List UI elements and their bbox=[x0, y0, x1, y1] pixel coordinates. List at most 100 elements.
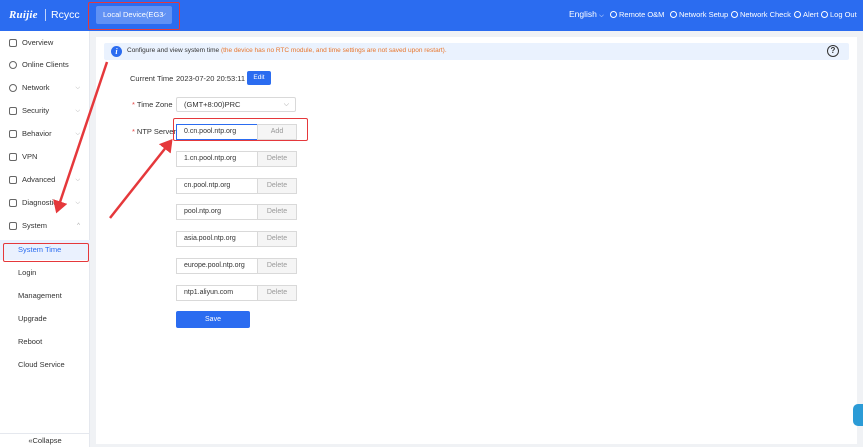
floating-assistant-icon[interactable] bbox=[853, 404, 863, 426]
info-warning: (the device has no RTC module, and time … bbox=[220, 47, 447, 54]
alert-link[interactable]: Alert bbox=[794, 10, 818, 19]
sidebar-item-diagnostics[interactable]: Diagnostics ⌵ bbox=[0, 193, 90, 213]
sidebar-item-label: Advanced bbox=[22, 175, 56, 184]
time-zone-value: (GMT+8:00)PRC bbox=[184, 100, 241, 109]
top-header: Ruijie Rcycc Local Device(EG3 ⌵ English … bbox=[0, 0, 863, 31]
ntp-server-row: 0.cn.pool.ntp.org Add bbox=[176, 124, 297, 140]
network-check-link[interactable]: Network Check bbox=[731, 10, 791, 19]
language-selector[interactable]: English ⌵ bbox=[569, 9, 604, 20]
required-marker: * bbox=[132, 127, 135, 136]
advanced-icon bbox=[9, 176, 17, 184]
delete-button[interactable]: Delete bbox=[257, 231, 297, 247]
network-icon bbox=[670, 11, 677, 18]
sidebar-item-label: Online Clients bbox=[22, 60, 69, 69]
ntp-server-row: asia.pool.ntp.org Delete bbox=[176, 231, 297, 247]
sidebar-subitem-cloud-service[interactable]: Cloud Service bbox=[0, 355, 90, 375]
info-message: Configure and view system time bbox=[127, 47, 220, 54]
sidebar-item-system[interactable]: System ^ bbox=[0, 216, 90, 236]
network-check-label: Network Check bbox=[740, 10, 791, 19]
chevron-down-icon: ⌵ bbox=[75, 108, 80, 114]
ntp-server-label-text: NTP Server bbox=[136, 127, 176, 136]
network-setup-label: Network Setup bbox=[679, 10, 729, 19]
ntp-server-input[interactable]: 0.cn.pool.ntp.org bbox=[176, 124, 258, 140]
info-banner: i Configure and view system time (the de… bbox=[104, 43, 849, 60]
sidebar-subitem-reboot[interactable]: Reboot bbox=[0, 332, 90, 352]
delete-button[interactable]: Delete bbox=[257, 285, 297, 301]
delete-button[interactable]: Delete bbox=[257, 204, 297, 220]
ntp-server-row: cn.pool.ntp.org Delete bbox=[176, 178, 297, 194]
required-marker: * bbox=[132, 100, 135, 109]
sidebar-subitem-label: Management bbox=[18, 291, 62, 300]
device-selector[interactable]: Local Device(EG3 ⌵ bbox=[96, 6, 172, 24]
ruijie-logo: Ruijie bbox=[9, 9, 38, 21]
globe-icon bbox=[9, 84, 17, 92]
brand-name: Rcycc bbox=[51, 9, 80, 21]
check-icon bbox=[731, 11, 738, 18]
ntp-server-row: 1.cn.pool.ntp.org Delete bbox=[176, 151, 297, 167]
diagnostics-icon bbox=[9, 199, 17, 207]
sidebar-item-advanced[interactable]: Advanced ⌵ bbox=[0, 170, 90, 190]
chevron-down-icon: ⌵ bbox=[283, 101, 289, 108]
vpn-icon bbox=[9, 153, 17, 161]
sidebar-item-label: Diagnostics bbox=[22, 198, 61, 207]
sidebar-item-online-clients[interactable]: Online Clients bbox=[0, 55, 90, 75]
sidebar: Overview Online Clients Network ⌵ Securit… bbox=[0, 31, 90, 447]
sidebar-subitem-management[interactable]: Management bbox=[0, 286, 90, 306]
collapse-button[interactable]: «Collapse bbox=[0, 433, 90, 447]
current-time-label: Current Time bbox=[130, 74, 174, 83]
chevron-down-icon: ⌵ bbox=[599, 13, 604, 19]
time-zone-select[interactable]: (GMT+8:00)PRC ⌵ bbox=[176, 97, 296, 112]
sidebar-subitem-label: Upgrade bbox=[18, 314, 47, 323]
add-button[interactable]: Add bbox=[257, 124, 297, 140]
sidebar-item-behavior[interactable]: Behavior ⌵ bbox=[0, 124, 90, 144]
remote-om-label: Remote O&M bbox=[619, 10, 665, 19]
ntp-server-row: pool.ntp.org Delete bbox=[176, 204, 297, 220]
language-label: English bbox=[569, 9, 597, 19]
time-zone-label-text: Time Zone bbox=[136, 100, 173, 109]
delete-button[interactable]: Delete bbox=[257, 151, 297, 167]
sidebar-item-label: Overview bbox=[22, 38, 54, 47]
ntp-server-input[interactable]: pool.ntp.org bbox=[176, 204, 258, 220]
help-icon[interactable]: ? bbox=[827, 45, 839, 57]
sidebar-subitem-label: Login bbox=[18, 268, 37, 277]
ntp-server-row: ntp1.aliyun.com Delete bbox=[176, 285, 297, 301]
sidebar-subitem-label: Reboot bbox=[18, 337, 43, 346]
network-setup-link[interactable]: Network Setup bbox=[670, 10, 728, 19]
edit-button[interactable]: Edit bbox=[247, 71, 271, 85]
sidebar-subitem-label: System Time bbox=[18, 245, 62, 254]
sidebar-subitem-upgrade[interactable]: Upgrade bbox=[0, 309, 90, 329]
sidebar-subitem-system-time[interactable]: System Time bbox=[0, 240, 90, 260]
logout-icon bbox=[821, 11, 828, 18]
time-zone-label: * Time Zone bbox=[132, 100, 173, 109]
sidebar-item-security[interactable]: Security ⌵ bbox=[0, 101, 90, 121]
sidebar-item-network[interactable]: Network ⌵ bbox=[0, 78, 90, 98]
delete-button[interactable]: Delete bbox=[257, 258, 297, 274]
logo-divider bbox=[45, 9, 46, 21]
ntp-server-input[interactable]: 1.cn.pool.ntp.org bbox=[176, 151, 258, 167]
ntp-server-input[interactable]: asia.pool.ntp.org bbox=[176, 231, 258, 247]
chevron-down-icon: ⌵ bbox=[75, 85, 80, 91]
sidebar-subitem-login[interactable]: Login bbox=[0, 263, 90, 283]
ntp-server-input[interactable]: ntp1.aliyun.com bbox=[176, 285, 258, 301]
ntp-server-input[interactable]: cn.pool.ntp.org bbox=[176, 178, 258, 194]
sidebar-item-overview[interactable]: Overview bbox=[0, 33, 90, 53]
chevron-down-icon: ⌵ bbox=[75, 200, 80, 206]
info-icon: i bbox=[111, 46, 122, 57]
chevron-down-icon: ⌵ bbox=[160, 11, 166, 18]
delete-button[interactable]: Delete bbox=[257, 178, 297, 194]
info-text: Configure and view system time (the devi… bbox=[127, 47, 447, 54]
sidebar-item-label: VPN bbox=[22, 152, 38, 161]
sidebar-item-label: Security bbox=[22, 106, 50, 115]
current-time-value: 2023-07-20 20:53:11 bbox=[176, 74, 246, 83]
remote-om-link[interactable]: Remote O&M bbox=[610, 10, 664, 19]
logout-link[interactable]: Log Out bbox=[821, 10, 857, 19]
main-content: i Configure and view system time (the de… bbox=[96, 37, 857, 444]
chevron-down-icon: ⌵ bbox=[75, 131, 80, 137]
sidebar-item-vpn[interactable]: VPN bbox=[0, 147, 90, 167]
ntp-server-input[interactable]: europe.pool.ntp.org bbox=[176, 258, 258, 274]
save-button[interactable]: Save bbox=[176, 311, 250, 328]
shield-icon bbox=[9, 107, 17, 115]
alert-label: Alert bbox=[803, 10, 819, 19]
sidebar-item-label: Behavior bbox=[22, 129, 52, 138]
sidebar-item-label: Network bbox=[22, 83, 50, 92]
